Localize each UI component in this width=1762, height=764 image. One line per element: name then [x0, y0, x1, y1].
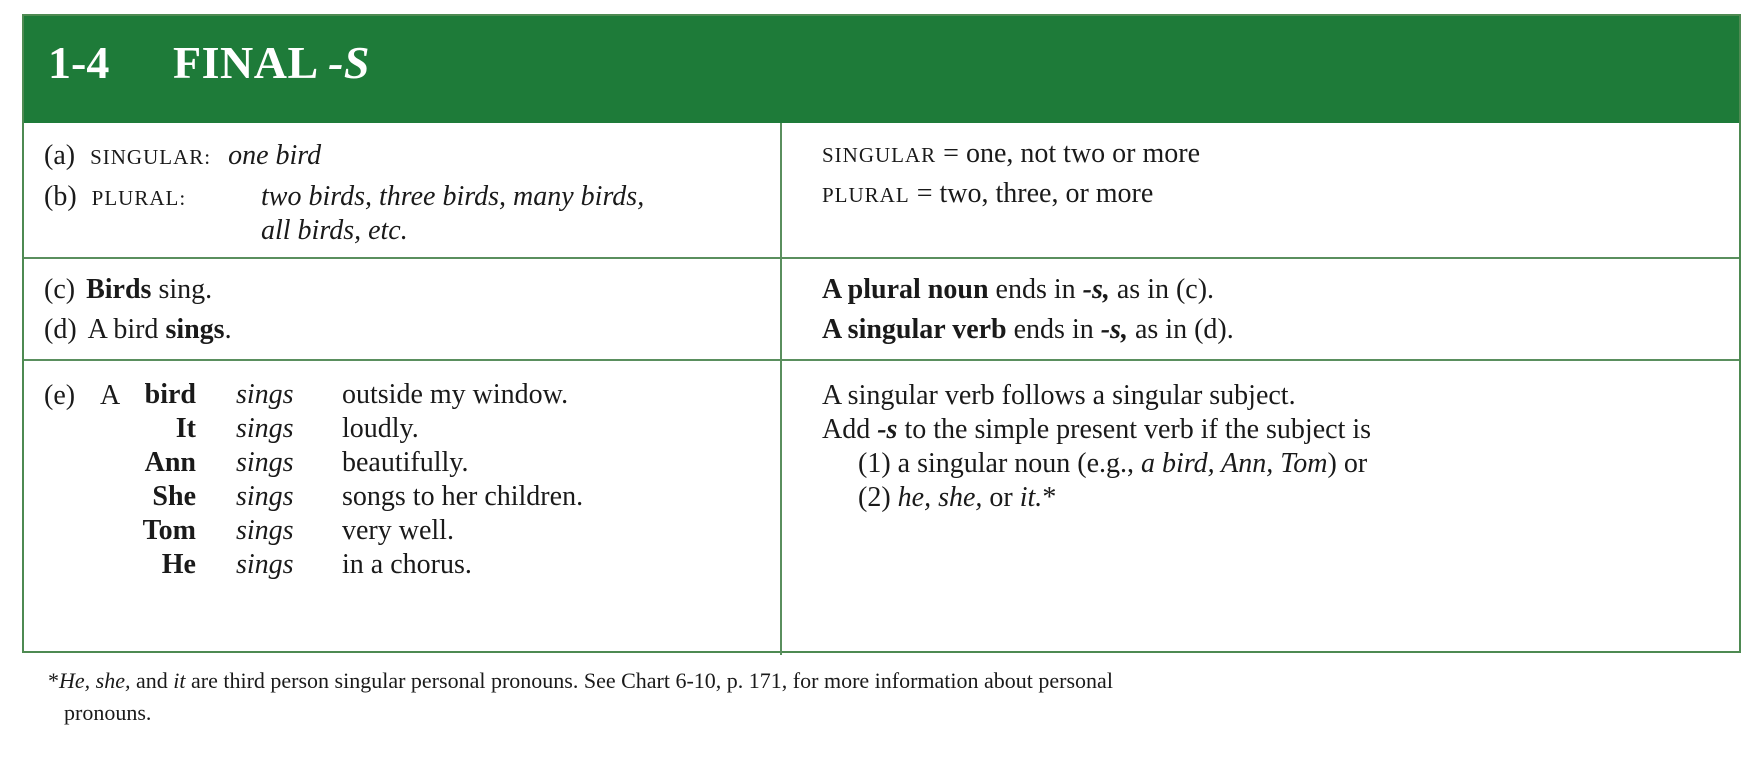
sentence-subject: Ann: [144, 447, 196, 478]
grammar-chart: 1-4 FINAL -S (a) SINGULAR: one bird (b) …: [22, 14, 1741, 655]
subject-rule-line-2: Add -s to the simple present verb if the…: [822, 414, 1372, 445]
sentence-rest: loudly.: [342, 413, 419, 444]
sentence-rest: outside my window.: [342, 379, 569, 410]
sentence-verb: sings: [236, 549, 294, 580]
sentence-rest: beautifully.: [342, 447, 469, 478]
row-final-s: (c) Birds sing. (d) A bird sings. A plur…: [24, 257, 1739, 359]
sentence-subject: It: [175, 413, 196, 444]
sentence-subject: He: [161, 549, 196, 580]
plural-noun-rule: A plural noun ends in -s, as in (c).: [822, 274, 1215, 305]
row-subject-verb: (e) A bird sings outside my window. It sings…: [24, 359, 1739, 655]
chart-header: 1-4 FINAL -S: [24, 16, 1739, 123]
singular-definition: SINGULAR = one, not two or more: [822, 138, 1201, 169]
sentence-verb: sings: [236, 515, 294, 546]
sentence-verb: sings: [236, 447, 294, 478]
footnote-line-2: pronouns.: [64, 700, 152, 725]
row-singular-plural: (a) SINGULAR: one bird (b) PLURAL: two b…: [24, 123, 1739, 257]
sentence-verb: sings: [236, 413, 294, 444]
sentence-verb: sings: [236, 481, 294, 512]
subject-rule-line-4: (2) he, she, or it.*: [858, 482, 1057, 513]
example-d: (d) A bird sings.: [44, 314, 232, 345]
example-b-value-2: all birds, etc.: [261, 215, 408, 246]
sentence-subject: She: [152, 481, 196, 512]
sentence-subject: bird: [144, 379, 196, 410]
example-a: (a) SINGULAR: one bird: [44, 140, 322, 171]
sentence-rest: songs to her children.: [342, 481, 584, 512]
footnote-line-1: *He, she, and it are third person singul…: [48, 668, 1113, 693]
sentence-verb: sings: [236, 379, 294, 410]
sentence-rest: very well.: [342, 515, 454, 546]
sentence-subject: Tom: [142, 515, 196, 546]
column-divider: [780, 123, 782, 655]
example-b-label: (b) PLURAL:: [44, 181, 187, 212]
plural-definition: PLURAL = two, three, or more: [822, 178, 1154, 209]
chart-number: 1-4: [48, 37, 110, 88]
subject-rule-line-1: A singular verb follows a singular subje…: [822, 380, 1296, 411]
example-c: (c) Birds sing.: [44, 274, 213, 305]
sentence-rest: in a chorus.: [342, 549, 472, 580]
example-b-value-1: two birds, three birds, many birds,: [261, 181, 645, 212]
chart-title: FINAL -S: [173, 37, 370, 88]
subject-rule-line-3: (1) a singular noun (e.g., a bird, Ann, …: [858, 448, 1368, 479]
singular-verb-rule: A singular verb ends in -s, as in (d).: [822, 314, 1234, 345]
